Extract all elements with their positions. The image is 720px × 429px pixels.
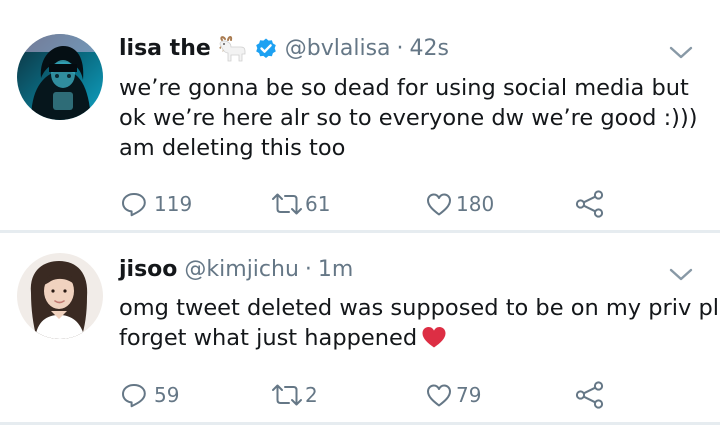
tweet-text-line: forget what just happened — [119, 323, 704, 357]
tweet-header: lisa the @bvlalisa · 42s — [119, 34, 449, 64]
tweet-text-line: we’re gonna be so dead for using social … — [119, 75, 689, 101]
like-button[interactable]: 180 — [425, 188, 494, 220]
tweet-text: we’re gonna be so dead for using social … — [119, 73, 704, 163]
retweet-icon — [272, 384, 302, 406]
like-count: 180 — [456, 192, 495, 216]
tweet-text-segment: forget what just happened — [119, 325, 418, 351]
reply-icon — [122, 193, 146, 217]
like-button[interactable]: 79 — [425, 379, 481, 411]
tweet-text-line: omg tweet deleted was supposed to be on … — [119, 295, 720, 321]
retweet-count: 2 — [305, 383, 318, 407]
share-button[interactable] — [574, 379, 606, 411]
timestamp[interactable]: 42s — [410, 34, 449, 64]
tweet[interactable]: lisa the @bvlalisa · 42s we’re gonna be … — [0, 0, 720, 232]
tweet-text-line: am deleting this too — [119, 135, 346, 161]
tweet-text: omg tweet deleted was supposed to be on … — [119, 293, 720, 357]
reply-count: 119 — [154, 192, 193, 216]
share-icon — [575, 190, 604, 218]
reply-count: 59 — [154, 383, 180, 407]
chevron-down-icon[interactable] — [668, 45, 694, 61]
tweet-header: jisoo @kimjichu · 1m — [119, 255, 353, 285]
like-count: 79 — [456, 383, 482, 407]
avatar-image — [17, 34, 103, 120]
avatar-image — [17, 253, 103, 339]
tweet-text-line: ok we’re here alr so to everyone dw we’r… — [119, 105, 698, 131]
heart-icon — [427, 384, 451, 407]
user-handle[interactable]: @kimjichu — [184, 255, 299, 285]
chevron-down-icon[interactable] — [668, 267, 694, 283]
retweet-button[interactable]: 61 — [270, 188, 330, 220]
separator-dot: · — [396, 36, 404, 61]
retweet-button[interactable]: 2 — [270, 379, 318, 411]
tweet-divider — [0, 422, 720, 425]
display-name[interactable]: jisoo — [119, 255, 177, 285]
red-heart-emoji-icon — [421, 325, 447, 357]
tweet-actions: 59 2 79 — [0, 379, 720, 411]
avatar[interactable] — [17, 253, 103, 339]
retweet-count: 61 — [305, 192, 331, 216]
goat-emoji-icon — [217, 36, 247, 62]
share-button[interactable] — [574, 188, 606, 220]
timestamp[interactable]: 1m — [318, 255, 353, 285]
reply-button[interactable]: 59 — [120, 379, 179, 411]
avatar[interactable] — [17, 34, 103, 120]
reply-button[interactable]: 119 — [120, 188, 192, 220]
retweet-icon — [272, 193, 302, 215]
separator-dot: · — [304, 257, 312, 282]
tweet-actions: 119 61 180 — [0, 188, 720, 220]
user-handle[interactable]: @bvlalisa — [285, 34, 391, 64]
share-icon — [575, 381, 604, 409]
tweet[interactable]: jisoo @kimjichu · 1m omg tweet deleted w… — [0, 233, 720, 423]
heart-icon — [427, 193, 451, 216]
display-name[interactable]: lisa the — [119, 34, 211, 64]
verified-badge-icon — [254, 37, 278, 61]
reply-icon — [122, 384, 146, 408]
